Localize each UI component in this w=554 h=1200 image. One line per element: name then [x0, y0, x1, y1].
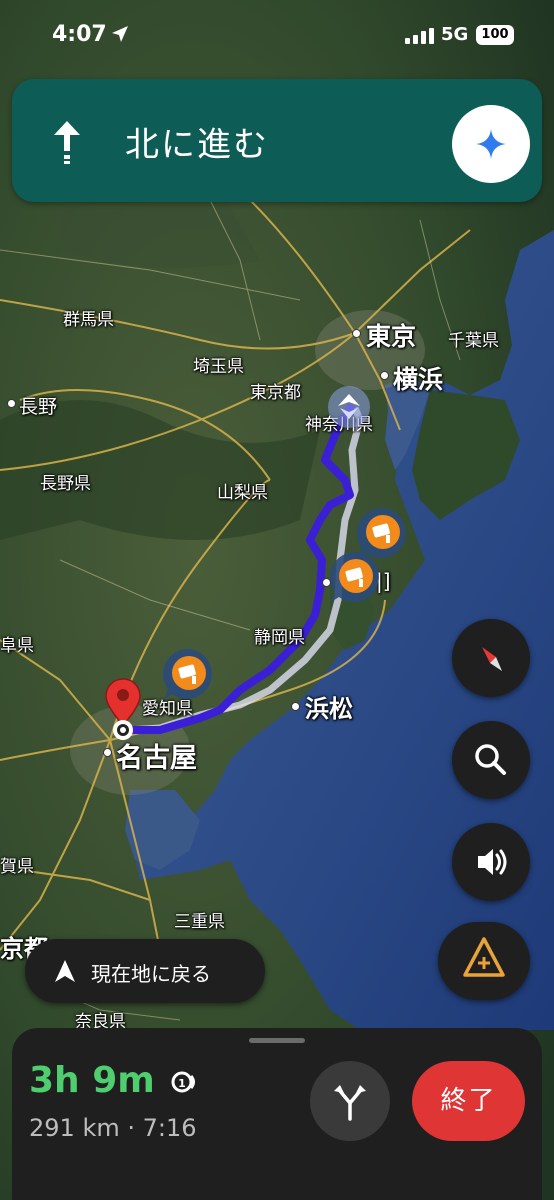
instruction-text: 北に進む: [125, 125, 269, 165]
search-along-route-button[interactable]: [452, 721, 530, 799]
label-saitama: 埼玉県: [193, 357, 244, 377]
straight-arrow-icon: [54, 121, 80, 164]
hazard-add-icon: [463, 937, 505, 977]
svg-text:1: 1: [178, 1077, 186, 1090]
label-nagano-city: 長野: [19, 396, 58, 418]
recenter-button[interactable]: 現在地に戻る: [25, 939, 265, 1003]
hamamatsu-dot: [291, 702, 300, 711]
gemini-assistant-button[interactable]: [452, 105, 530, 183]
label-nagano-pref: 長野県: [40, 474, 91, 494]
label-tokyo-to: 東京都: [250, 383, 301, 403]
nagano-dot: [7, 399, 16, 408]
route-options-icon: 1: [171, 1071, 195, 1093]
alternate-routes-button[interactable]: [310, 1061, 390, 1141]
signal-bars-icon: [405, 28, 434, 44]
sheet-drag-handle[interactable]: [249, 1038, 305, 1043]
label-hamamatsu: 浜松: [305, 695, 353, 723]
tokyo-dot: [352, 329, 361, 338]
compass-icon: [482, 647, 502, 671]
recenter-label: 現在地に戻る: [91, 962, 211, 986]
destination-pin-icon[interactable]: [103, 677, 143, 743]
sparkle-icon: [476, 129, 506, 159]
search-icon: [475, 744, 506, 775]
fork-route-icon: [334, 1085, 366, 1121]
network-type: 5G: [441, 24, 469, 45]
sound-button[interactable]: [452, 823, 530, 901]
status-bar: 4:07 5G 100: [0, 0, 554, 70]
navigation-arrow-icon: [55, 960, 75, 982]
label-shiga: 賀県: [0, 857, 34, 877]
trip-distance-arrival: 291 km · 7:16: [29, 1114, 197, 1142]
label-gunma: 群馬県: [63, 310, 114, 330]
eta-duration: 3h 9m: [29, 1060, 155, 1101]
end-navigation-button[interactable]: 終了: [412, 1061, 525, 1141]
yokohama-dot: [380, 371, 389, 380]
nagoya-dot: [103, 748, 112, 757]
speed-camera-icon[interactable]: [162, 647, 216, 701]
trip-summary-sheet[interactable]: 3h 9m 1 291 km · 7:16 終了: [12, 1028, 542, 1200]
location-arrow-icon: [112, 26, 128, 42]
speed-camera-icon[interactable]: [329, 550, 383, 604]
route-waypoint-dot: [322, 578, 331, 587]
label-mie: 三重県: [174, 912, 225, 932]
current-location-puck-icon: [328, 386, 370, 428]
report-incident-button[interactable]: [438, 922, 530, 1000]
label-yokohama: 横浜: [393, 365, 444, 394]
status-time: 4:07: [52, 22, 107, 47]
turn-instruction-banner[interactable]: 北に進む: [12, 79, 542, 202]
compass-button[interactable]: [452, 619, 530, 697]
label-yamanashi: 山梨県: [217, 483, 268, 503]
speaker-icon: [478, 849, 507, 875]
label-chiba: 千葉県: [448, 331, 499, 351]
label-shizuoka: 静岡県: [254, 628, 305, 648]
label-tokyo: 東京: [366, 322, 417, 351]
label-gifu: 阜県: [0, 636, 34, 656]
battery-indicator: 100: [476, 25, 514, 45]
